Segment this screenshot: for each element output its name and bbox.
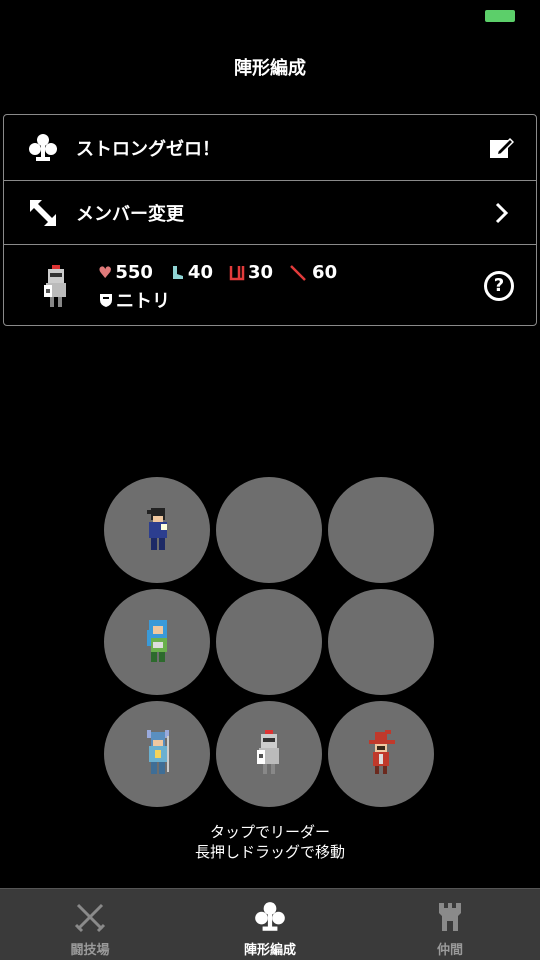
shield-icon	[229, 265, 245, 280]
formation-slot-empty[interactable]	[216, 477, 322, 583]
clubs-icon	[29, 133, 57, 161]
formation-slot-empty[interactable]	[216, 589, 322, 695]
leader-skill-name: ニトリ	[116, 291, 170, 312]
formation-slot-armored-knight[interactable]	[216, 701, 322, 807]
formation-screen: 陣形編成 ストロングゼロ！ メンバー変更 ♥ 550 40 30 60 ニトリ …	[0, 0, 540, 960]
speed-stat: 40	[169, 262, 213, 283]
tab-arena[interactable]: 闘技場	[0, 889, 180, 960]
formation-hint: タップでリーダー 長押しドラッグで移動	[0, 822, 540, 862]
ninja-sprite	[147, 508, 167, 550]
leader-skill-line: ニトリ	[98, 287, 170, 313]
formation-grid	[104, 477, 434, 807]
formation-name-row[interactable]: ストロングゼロ！	[3, 114, 537, 181]
leader-knight-sprite	[44, 265, 66, 307]
page-title: 陣形編成	[234, 58, 306, 79]
swap-arrows-icon	[30, 199, 56, 226]
formation-name: ストロングゼロ！	[76, 138, 220, 160]
formation-slot-blue-haired-mage[interactable]	[104, 589, 210, 695]
tab-formation[interactable]: 陣形編成	[180, 889, 360, 960]
leader-stats-row: ♥ 550 40 30 60 ニトリ ?	[3, 244, 537, 326]
edit-icon[interactable]	[488, 135, 514, 161]
formation-slot-dragoon[interactable]	[104, 701, 210, 807]
leader-stat-line: ♥ 550 40 30 60	[98, 262, 337, 283]
red-mage-sprite	[369, 730, 395, 774]
help-button[interactable]: ?	[484, 271, 514, 301]
defense-value: 30	[247, 262, 274, 283]
skill-shield-icon	[100, 294, 112, 307]
clubs-icon	[255, 902, 285, 931]
blue-haired-mage-sprite	[147, 620, 167, 662]
attack-value: 60	[312, 262, 338, 283]
hint-line-1: タップでリーダー	[209, 823, 330, 841]
sword-icon	[290, 264, 306, 281]
boot-icon	[172, 265, 183, 279]
tab-companions[interactable]: 仲間	[360, 889, 540, 960]
tab-formation-label: 陣形編成	[243, 943, 296, 958]
attack-stat: 60	[289, 262, 337, 283]
speed-value: 40	[187, 262, 213, 283]
tab-companions-label: 仲間	[436, 943, 463, 958]
formation-slot-red-mage[interactable]	[328, 701, 434, 807]
hp-value: 550	[115, 262, 153, 283]
bottom-tab-bar: 闘技場 陣形編成 仲間	[0, 888, 540, 960]
tab-arena-label: 闘技場	[70, 943, 110, 958]
castle-tower-icon	[439, 903, 461, 931]
formation-slot-empty[interactable]	[328, 589, 434, 695]
heart-icon: ♥	[98, 263, 113, 282]
formation-slot-ninja[interactable]	[104, 477, 210, 583]
armored-knight-sprite	[257, 730, 279, 774]
battery-indicator	[485, 10, 515, 22]
hp-stat: ♥ 550	[98, 262, 153, 283]
crossed-swords-icon	[74, 903, 106, 933]
defense-stat: 30	[229, 262, 273, 283]
formation-slot-empty[interactable]	[328, 477, 434, 583]
dragoon-sprite	[147, 730, 169, 774]
hint-line-2: 長押しドラッグで移動	[194, 843, 345, 861]
member-change-label: メンバー変更	[76, 203, 184, 225]
chevron-right-icon	[495, 202, 509, 223]
member-change-row[interactable]: メンバー変更	[3, 180, 537, 245]
